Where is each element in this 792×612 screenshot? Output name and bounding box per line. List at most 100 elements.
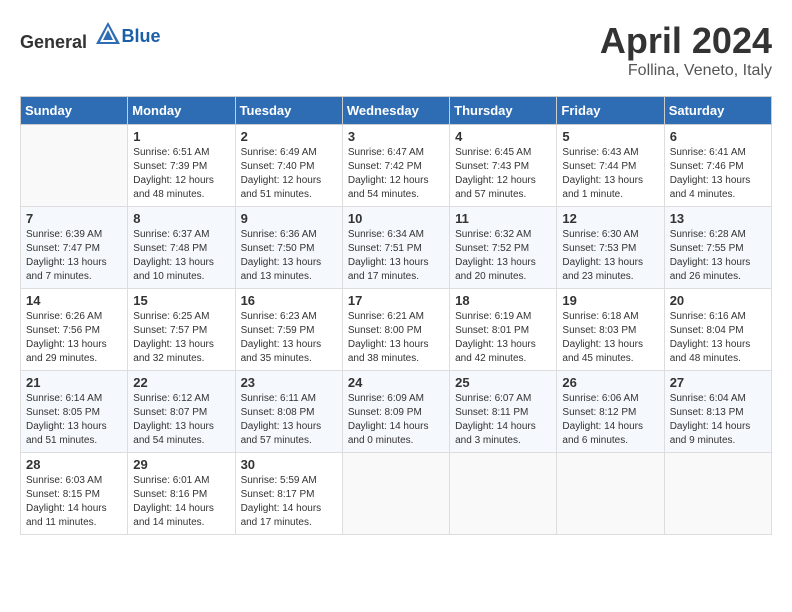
day-info: Sunrise: 6:45 AMSunset: 7:43 PMDaylight:… — [455, 146, 551, 202]
calendar-cell: 4 Sunrise: 6:45 AMSunset: 7:43 PMDaylight… — [450, 125, 557, 207]
calendar-cell: 8 Sunrise: 6:37 AMSunset: 7:48 PMDaylight… — [128, 207, 235, 289]
calendar-cell: 12 Sunrise: 6:30 AMSunset: 7:53 PMDayligh… — [557, 207, 664, 289]
logo-general: General — [20, 32, 87, 52]
day-number: 30 — [241, 457, 337, 472]
title-area: April 2024 Follina, Veneto, Italy — [600, 20, 772, 80]
day-number: 20 — [670, 293, 766, 308]
day-number: 19 — [562, 293, 658, 308]
calendar-cell: 3 Sunrise: 6:47 AMSunset: 7:42 PMDaylight… — [342, 125, 449, 207]
calendar-cell: 28Sunrise: 6:03 AMSunset: 8:15 PMDayligh… — [21, 453, 128, 535]
calendar-cell — [664, 453, 771, 535]
column-header-tuesday: Tuesday — [235, 97, 342, 125]
day-number: 28 — [26, 457, 122, 472]
day-number: 17 — [348, 293, 444, 308]
day-number: 22 — [133, 375, 229, 390]
calendar-cell: 14 Sunrise: 6:26 AMSunset: 7:56 PMDayligh… — [21, 289, 128, 371]
column-header-sunday: Sunday — [21, 97, 128, 125]
day-info: Sunrise: 6:04 AMSunset: 8:13 PMDaylight:… — [670, 392, 766, 448]
column-header-monday: Monday — [128, 97, 235, 125]
day-info: Sunrise: 6:23 AMSunset: 7:59 PMDaylight:… — [241, 310, 337, 366]
calendar-week-row: 1 Sunrise: 6:51 AMSunset: 7:39 PMDaylight… — [21, 125, 772, 207]
calendar-cell: 11Sunrise: 6:32 AMSunset: 7:52 PMDayligh… — [450, 207, 557, 289]
day-number: 9 — [241, 211, 337, 226]
day-number: 21 — [26, 375, 122, 390]
calendar-cell: 21 Sunrise: 6:14 AMSunset: 8:05 PMDayligh… — [21, 371, 128, 453]
calendar-cell: 25Sunrise: 6:07 AMSunset: 8:11 PMDayligh… — [450, 371, 557, 453]
day-info: Sunrise: 6:18 AMSunset: 8:03 PMDaylight:… — [562, 310, 658, 366]
day-info: Sunrise: 6:36 AMSunset: 7:50 PMDaylight:… — [241, 228, 337, 284]
calendar-cell: 22Sunrise: 6:12 AMSunset: 8:07 PMDayligh… — [128, 371, 235, 453]
calendar-cell: 20 Sunrise: 6:16 AMSunset: 8:04 PMDayligh… — [664, 289, 771, 371]
day-number: 3 — [348, 129, 444, 144]
column-header-thursday: Thursday — [450, 97, 557, 125]
calendar-cell: 2 Sunrise: 6:49 AMSunset: 7:40 PMDaylight… — [235, 125, 342, 207]
day-info: Sunrise: 6:14 AMSunset: 8:05 PMDaylight:… — [26, 392, 122, 448]
calendar-cell: 19 Sunrise: 6:18 AMSunset: 8:03 PMDayligh… — [557, 289, 664, 371]
calendar-cell: 29 Sunrise: 6:01 AMSunset: 8:16 PMDayligh… — [128, 453, 235, 535]
day-info: Sunrise: 6:32 AMSunset: 7:52 PMDaylight:… — [455, 228, 551, 284]
day-number: 10 — [348, 211, 444, 226]
day-number: 4 — [455, 129, 551, 144]
calendar-cell — [450, 453, 557, 535]
calendar-cell: 1 Sunrise: 6:51 AMSunset: 7:39 PMDaylight… — [128, 125, 235, 207]
calendar-week-row: 7Sunrise: 6:39 AMSunset: 7:47 PMDaylight… — [21, 207, 772, 289]
column-header-wednesday: Wednesday — [342, 97, 449, 125]
calendar-cell: 23 Sunrise: 6:11 AMSunset: 8:08 PMDayligh… — [235, 371, 342, 453]
day-info: Sunrise: 6:26 AMSunset: 7:56 PMDaylight:… — [26, 310, 122, 366]
page-title: April 2024 — [600, 20, 772, 62]
calendar-cell: 9 Sunrise: 6:36 AMSunset: 7:50 PMDaylight… — [235, 207, 342, 289]
day-info: Sunrise: 6:16 AMSunset: 8:04 PMDaylight:… — [670, 310, 766, 366]
day-number: 2 — [241, 129, 337, 144]
day-info: Sunrise: 6:49 AMSunset: 7:40 PMDaylight:… — [241, 146, 337, 202]
day-info: Sunrise: 6:21 AMSunset: 8:00 PMDaylight:… — [348, 310, 444, 366]
day-info: Sunrise: 6:28 AMSunset: 7:55 PMDaylight:… — [670, 228, 766, 284]
day-number: 12 — [562, 211, 658, 226]
calendar-cell: 5Sunrise: 6:43 AMSunset: 7:44 PMDaylight… — [557, 125, 664, 207]
day-number: 25 — [455, 375, 551, 390]
day-info: Sunrise: 6:06 AMSunset: 8:12 PMDaylight:… — [562, 392, 658, 448]
calendar-cell: 18Sunrise: 6:19 AMSunset: 8:01 PMDayligh… — [450, 289, 557, 371]
logo: General Blue — [20, 20, 161, 53]
calendar-cell: 16Sunrise: 6:23 AMSunset: 7:59 PMDayligh… — [235, 289, 342, 371]
calendar-week-row: 28Sunrise: 6:03 AMSunset: 8:15 PMDayligh… — [21, 453, 772, 535]
day-number: 29 — [133, 457, 229, 472]
calendar-cell: 17 Sunrise: 6:21 AMSunset: 8:00 PMDayligh… — [342, 289, 449, 371]
day-info: Sunrise: 5:59 AMSunset: 8:17 PMDaylight:… — [241, 474, 337, 530]
calendar-cell: 13Sunrise: 6:28 AMSunset: 7:55 PMDayligh… — [664, 207, 771, 289]
calendar-header-row: SundayMondayTuesdayWednesdayThursdayFrid… — [21, 97, 772, 125]
calendar-week-row: 14 Sunrise: 6:26 AMSunset: 7:56 PMDayligh… — [21, 289, 772, 371]
calendar-cell: 30 Sunrise: 5:59 AMSunset: 8:17 PMDayligh… — [235, 453, 342, 535]
calendar-week-row: 21 Sunrise: 6:14 AMSunset: 8:05 PMDayligh… — [21, 371, 772, 453]
logo-icon — [94, 20, 122, 48]
day-info: Sunrise: 6:37 AMSunset: 7:48 PMDaylight:… — [133, 228, 229, 284]
column-header-saturday: Saturday — [664, 97, 771, 125]
day-info: Sunrise: 6:11 AMSunset: 8:08 PMDaylight:… — [241, 392, 337, 448]
calendar-cell: 26 Sunrise: 6:06 AMSunset: 8:12 PMDayligh… — [557, 371, 664, 453]
calendar-cell — [342, 453, 449, 535]
day-number: 8 — [133, 211, 229, 226]
day-info: Sunrise: 6:51 AMSunset: 7:39 PMDaylight:… — [133, 146, 229, 202]
day-number: 23 — [241, 375, 337, 390]
day-number: 26 — [562, 375, 658, 390]
day-info: Sunrise: 6:25 AMSunset: 7:57 PMDaylight:… — [133, 310, 229, 366]
calendar-cell: 15 Sunrise: 6:25 AMSunset: 7:57 PMDayligh… — [128, 289, 235, 371]
calendar-cell — [557, 453, 664, 535]
calendar-cell: 24Sunrise: 6:09 AMSunset: 8:09 PMDayligh… — [342, 371, 449, 453]
calendar-cell: 7Sunrise: 6:39 AMSunset: 7:47 PMDaylight… — [21, 207, 128, 289]
day-info: Sunrise: 6:34 AMSunset: 7:51 PMDaylight:… — [348, 228, 444, 284]
day-info: Sunrise: 6:19 AMSunset: 8:01 PMDaylight:… — [455, 310, 551, 366]
calendar-cell — [21, 125, 128, 207]
day-number: 1 — [133, 129, 229, 144]
day-info: Sunrise: 6:30 AMSunset: 7:53 PMDaylight:… — [562, 228, 658, 284]
day-info: Sunrise: 6:01 AMSunset: 8:16 PMDaylight:… — [133, 474, 229, 530]
day-number: 14 — [26, 293, 122, 308]
day-number: 5 — [562, 129, 658, 144]
calendar-table: SundayMondayTuesdayWednesdayThursdayFrid… — [20, 96, 772, 535]
calendar-cell: 10 Sunrise: 6:34 AMSunset: 7:51 PMDayligh… — [342, 207, 449, 289]
day-number: 24 — [348, 375, 444, 390]
day-number: 27 — [670, 375, 766, 390]
day-number: 15 — [133, 293, 229, 308]
day-number: 6 — [670, 129, 766, 144]
day-info: Sunrise: 6:47 AMSunset: 7:42 PMDaylight:… — [348, 146, 444, 202]
page-subtitle: Follina, Veneto, Italy — [600, 62, 772, 80]
